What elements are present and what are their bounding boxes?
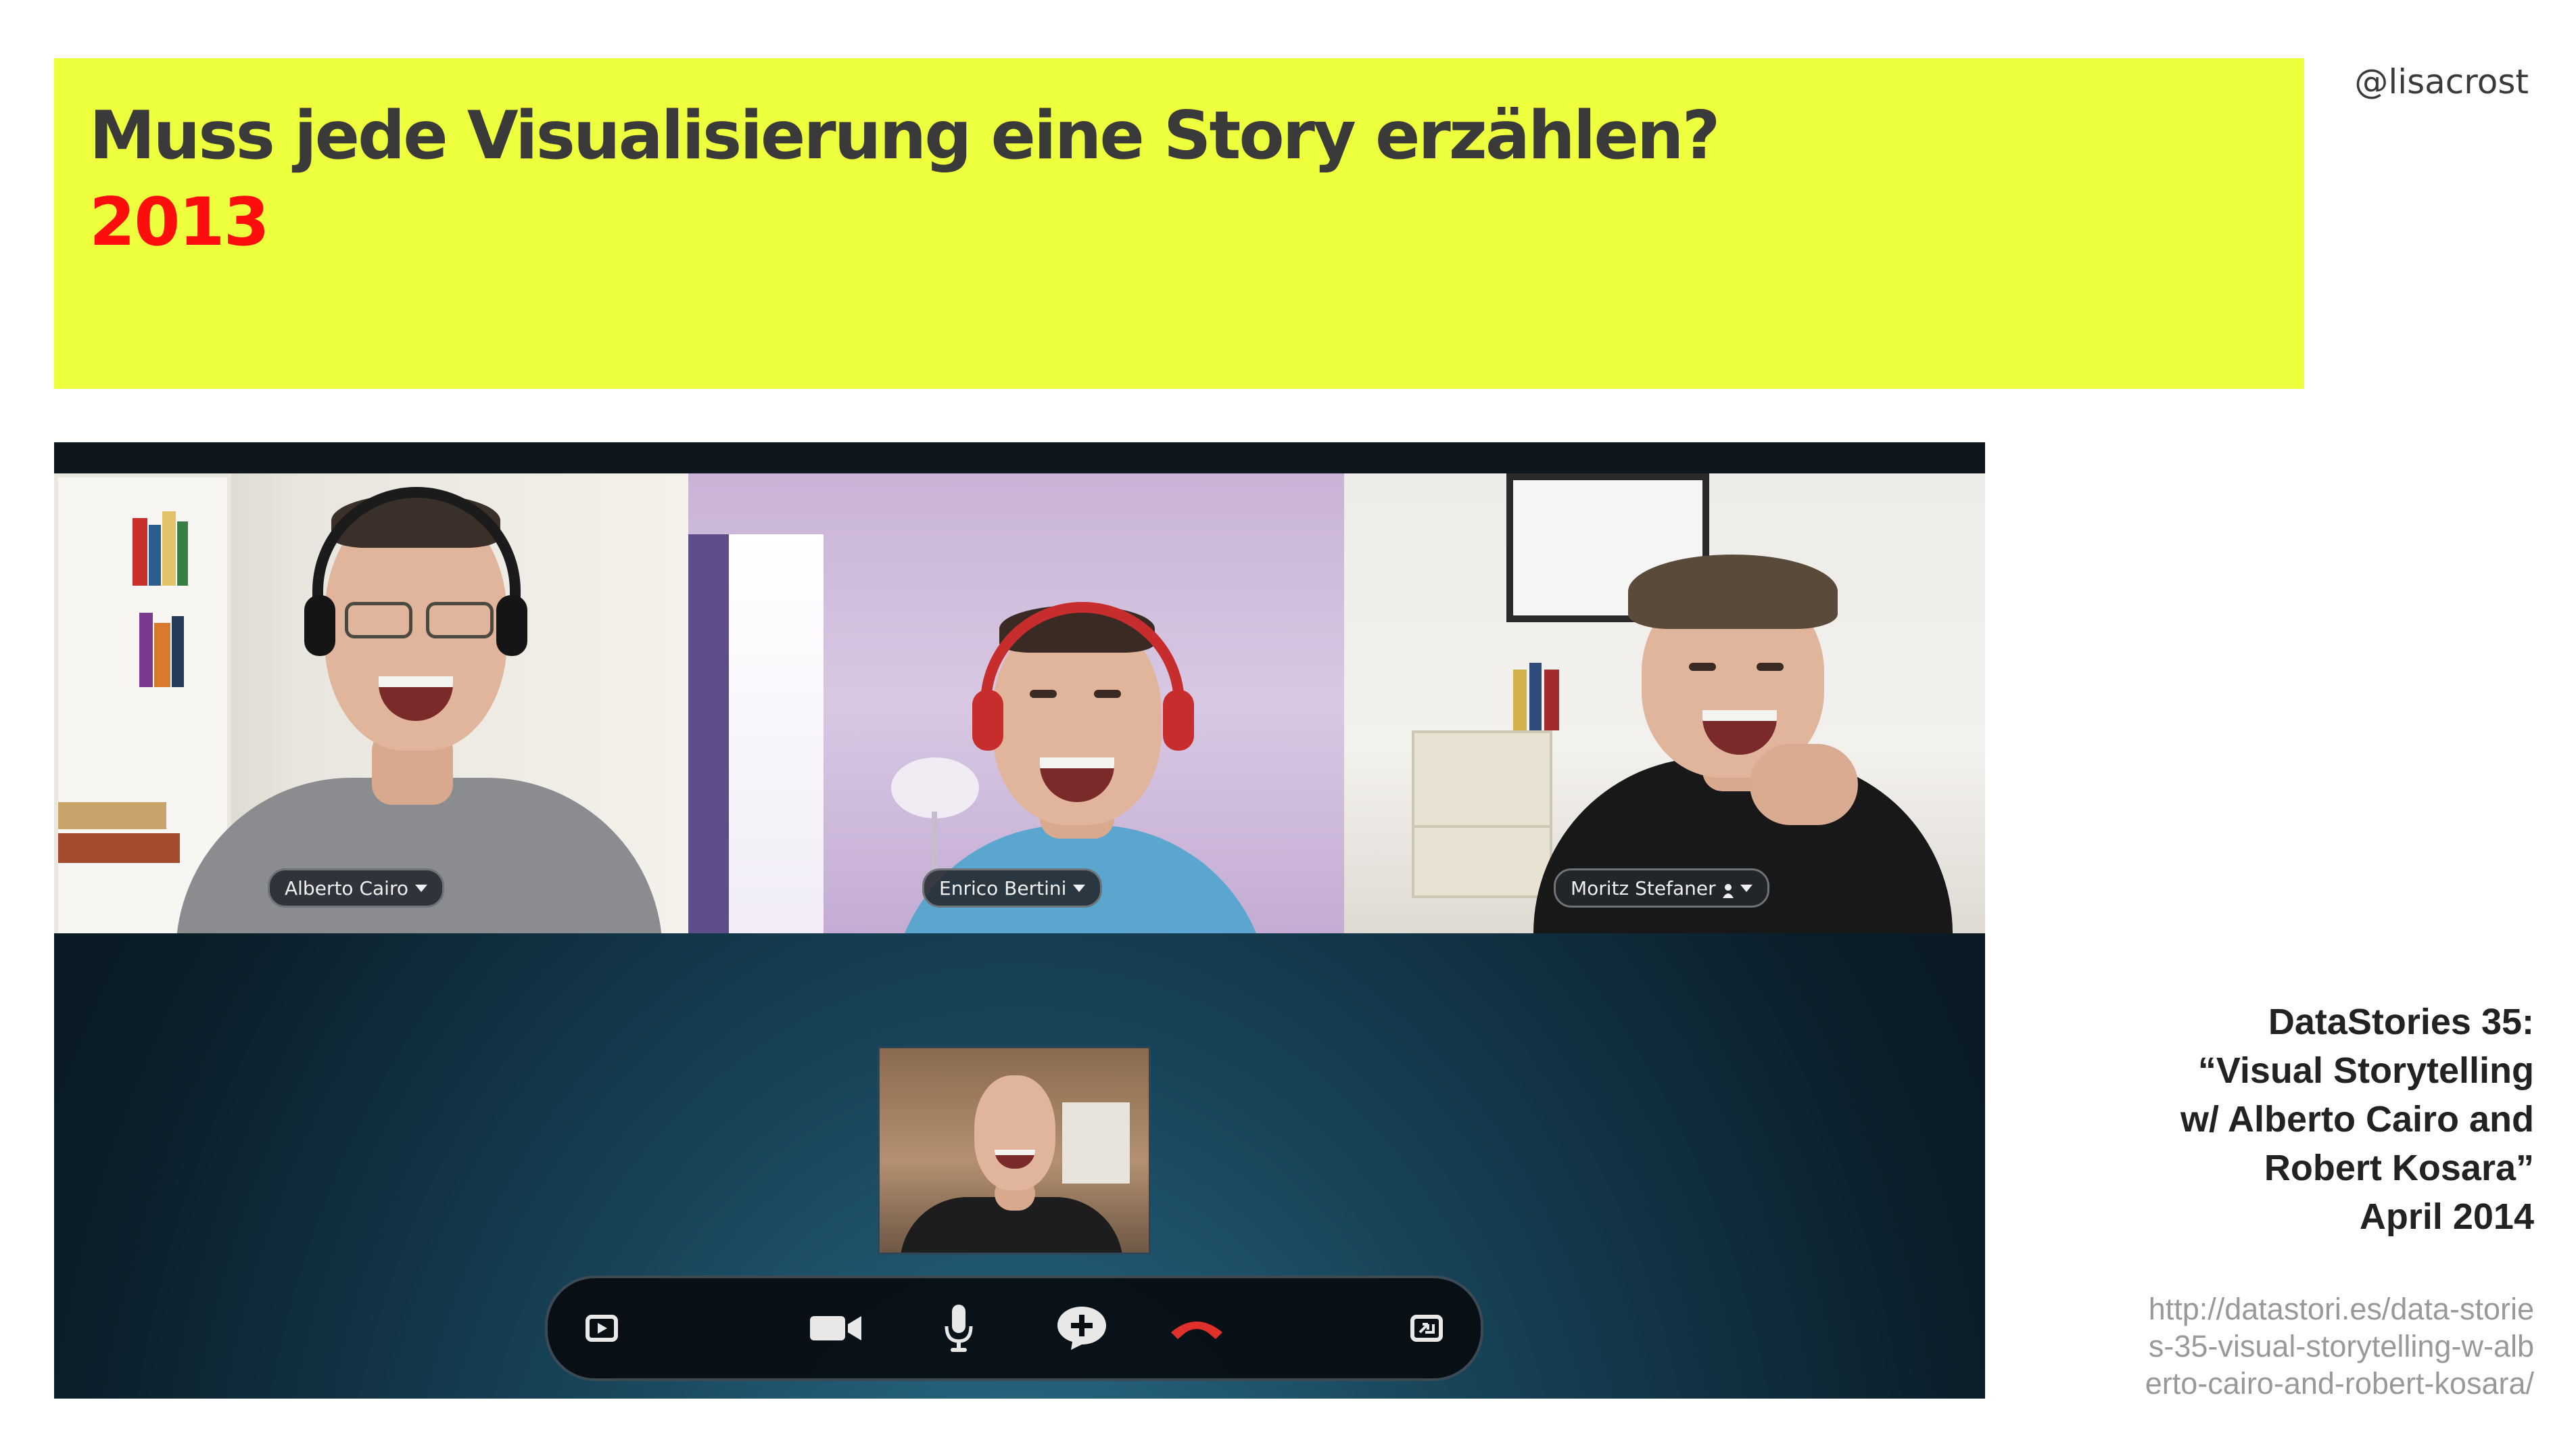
share-screen-button[interactable] [586, 1315, 618, 1342]
source-url[interactable]: http://datastori.es/data-storie s-35-vis… [2145, 1290, 2534, 1402]
participant-name: Alberto Cairo [285, 876, 408, 899]
video-toggle-button[interactable] [809, 1312, 863, 1344]
fullscreen-icon [1410, 1315, 1443, 1342]
url-line: erto-cairo-and-robert-kosara/ [2145, 1366, 2534, 1401]
chevron-down-icon [414, 884, 427, 892]
self-view-video [878, 1046, 1151, 1255]
credit-line: “Visual Storytelling [2197, 1050, 2534, 1091]
name-tag-alberto-cairo[interactable]: Alberto Cairo [268, 868, 444, 908]
chevron-down-icon [1740, 884, 1752, 892]
chevron-down-icon [1073, 884, 1086, 892]
participant-name: Moritz Stefaner [1571, 876, 1716, 899]
add-chat-button[interactable] [1056, 1305, 1107, 1351]
credit-line: April 2014 [2359, 1196, 2534, 1237]
curtain [688, 534, 729, 933]
credit-line: DataStories 35: [2268, 1002, 2534, 1042]
contact-icon [1722, 881, 1734, 898]
participant-moritz-stefaner [1425, 473, 1985, 933]
name-tag-moritz-stefaner[interactable]: Moritz Stefaner [1554, 868, 1769, 908]
call-controls-bar [545, 1276, 1483, 1381]
credit-line: Robert Kosara” [2264, 1148, 2534, 1188]
add-chat-icon [1057, 1307, 1106, 1350]
participant-enrico-bertini [769, 473, 1344, 933]
video-camera-icon [810, 1316, 861, 1340]
slide-year: 2013 [89, 184, 270, 261]
video-call-screenshot: Alberto Cairo Enrico Bertini Moritz Stef… [54, 442, 1985, 1399]
url-line: s-35-visual-storytelling-w-alb [2148, 1329, 2534, 1363]
credit-line: w/ Alberto Cairo and [2180, 1099, 2534, 1140]
participant-name: Enrico Bertini [939, 876, 1067, 899]
url-line: http://datastori.es/data-storie [2148, 1292, 2534, 1326]
call-top-bar [54, 442, 1985, 473]
video-tile-moritz-stefaner: Moritz Stefaner [1344, 473, 1985, 933]
hang-up-icon [1171, 1322, 1222, 1339]
title-box: Muss jede Visualisierung eine Story erzä… [54, 58, 2304, 389]
video-tile-enrico-bertini: Enrico Bertini [688, 473, 1344, 933]
video-tile-alberto-cairo: Alberto Cairo [54, 473, 688, 933]
author-handle: @lisacrost [2354, 62, 2529, 101]
hang-up-button[interactable] [1168, 1315, 1225, 1342]
source-credit: DataStories 35: “Visual Storytelling w/ … [2180, 998, 2534, 1241]
slide-title: Muss jede Visualisierung eine Story erzä… [89, 97, 1720, 174]
participant-alberto-cairo [135, 473, 688, 933]
microphone-icon [945, 1305, 973, 1352]
name-tag-enrico-bertini[interactable]: Enrico Bertini [922, 868, 1103, 908]
fullscreen-button[interactable] [1410, 1315, 1443, 1342]
share-screen-icon [586, 1315, 618, 1342]
microphone-button[interactable] [944, 1303, 974, 1353]
